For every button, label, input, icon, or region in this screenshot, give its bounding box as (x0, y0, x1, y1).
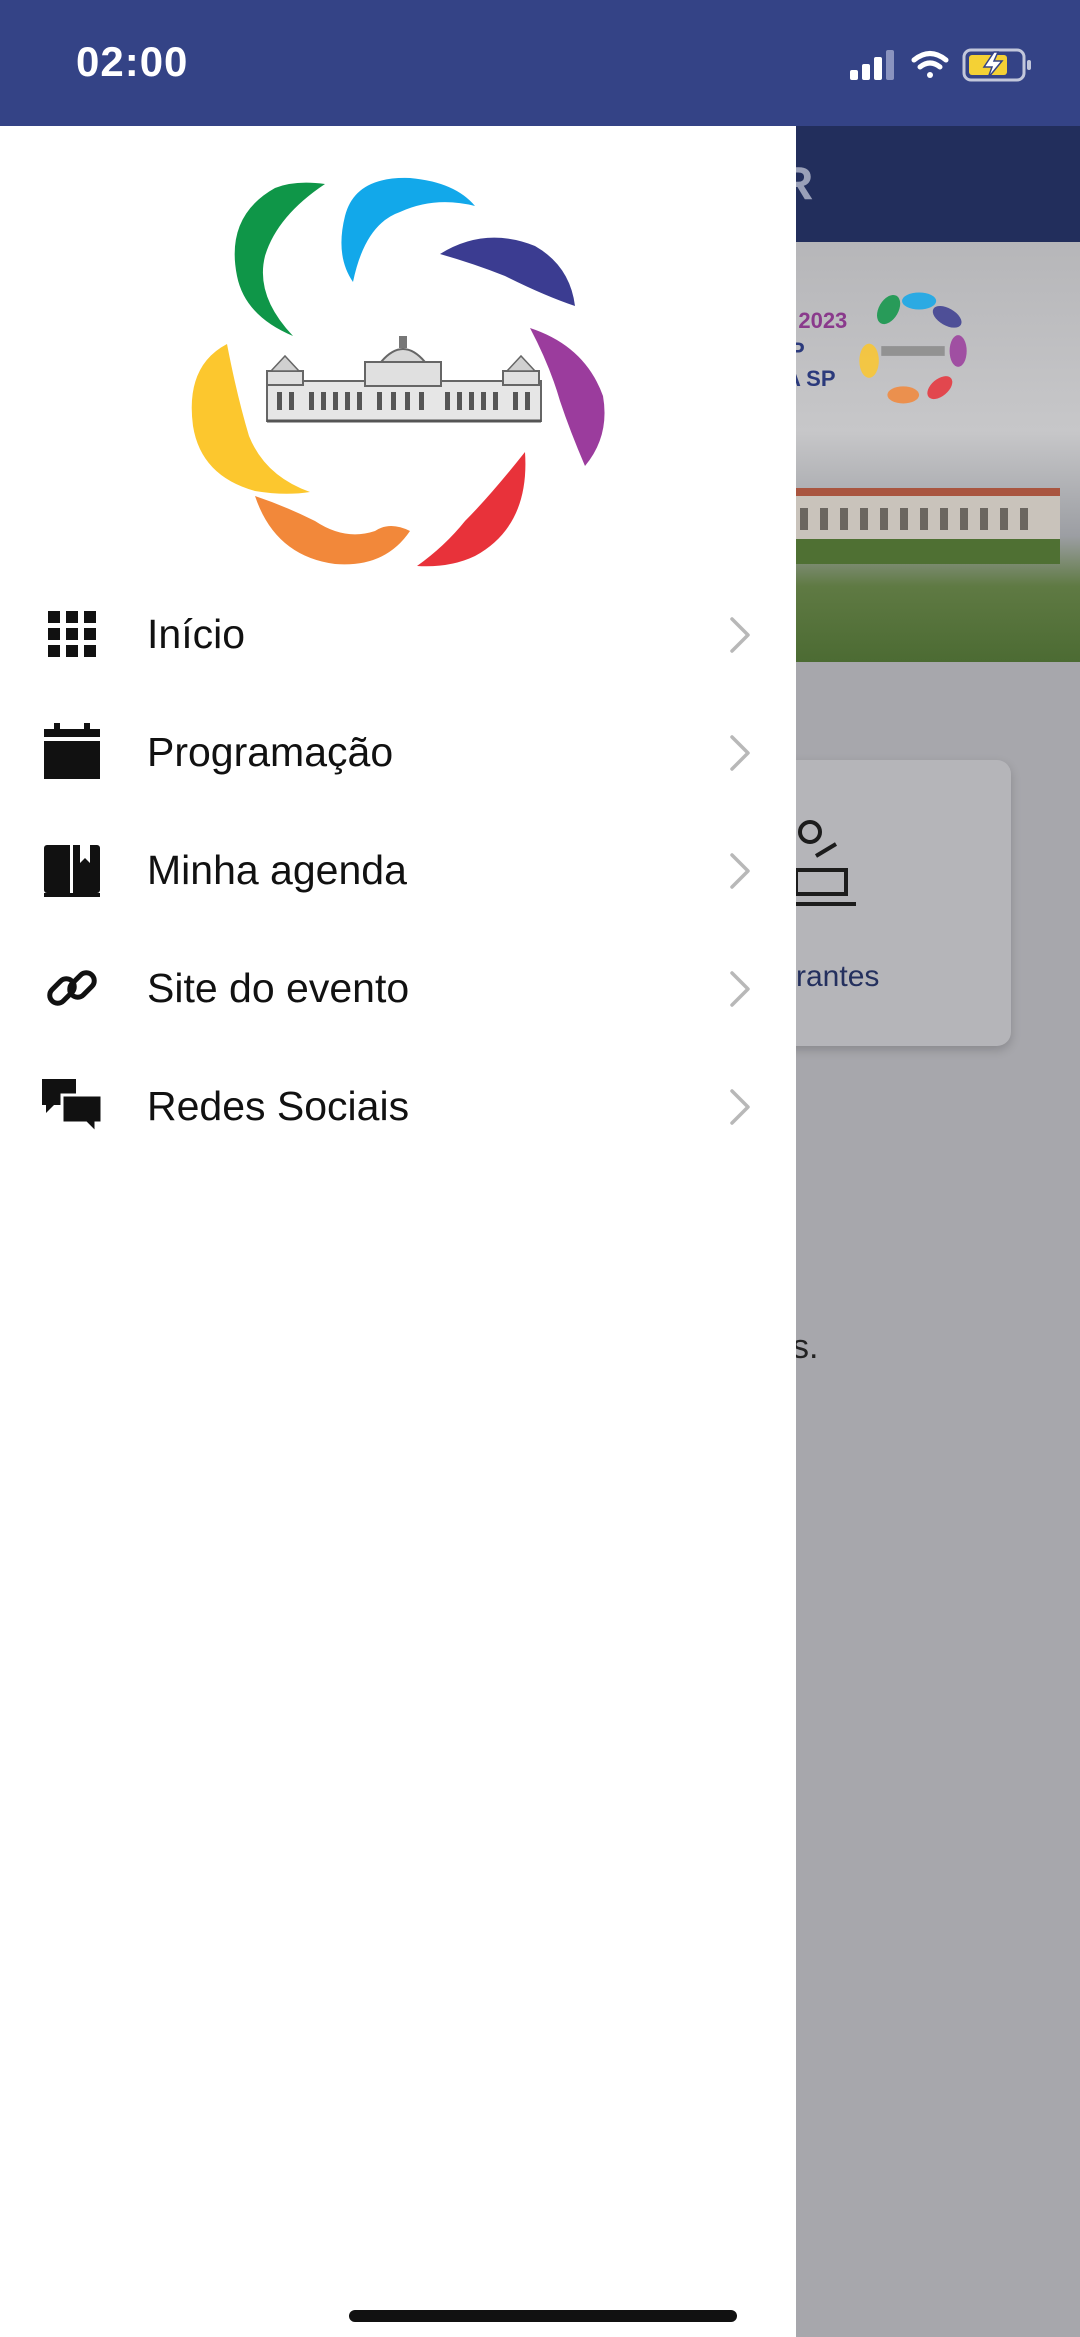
drawer-menu: Início Programação Minha agenda Site do … (0, 575, 796, 1165)
building-photo (790, 488, 1060, 564)
logo-building (266, 336, 542, 423)
menu-item-inicio[interactable]: Início (0, 575, 796, 693)
chevron-right-icon (730, 735, 750, 771)
navigation-drawer: Início Programação Minha agenda Site do … (0, 126, 796, 2337)
event-logo (191, 177, 605, 567)
menu-item-redes-sociais[interactable]: Redes Sociais (0, 1047, 796, 1165)
menu-item-programacao[interactable]: Programação (0, 693, 796, 811)
feature-card-label: rantes (796, 960, 880, 993)
wifi-icon (911, 51, 949, 78)
chevron-right-icon (730, 853, 750, 889)
link-icon (47, 970, 97, 1006)
grid-icon (48, 611, 96, 657)
status-icons (850, 46, 1040, 86)
menu-item-label: Minha agenda (147, 847, 407, 893)
menu-item-label: Programação (147, 729, 394, 775)
chat-bubbles-icon (42, 1079, 102, 1135)
speaker-podium-icon (786, 820, 856, 906)
chevron-right-icon (730, 1089, 750, 1125)
banner-logo (859, 292, 967, 404)
chevron-right-icon (730, 971, 750, 1007)
menu-item-label: Site do evento (147, 965, 410, 1011)
logo-petal-indigo (440, 237, 575, 306)
menu-item-site-do-evento[interactable]: Site do evento (0, 929, 796, 1047)
status-bar: 02:00 (0, 0, 1080, 126)
chevron-right-icon (730, 617, 750, 653)
logo-petal-green (234, 182, 325, 336)
logo-petal-red (417, 452, 526, 567)
home-indicator[interactable] (349, 2310, 737, 2322)
cellular-signal-icon (850, 50, 894, 80)
logo-petal-blue (341, 177, 475, 282)
status-time: 02:00 (76, 38, 189, 85)
book-bookmark-icon (44, 845, 100, 897)
battery-charging-icon (962, 48, 1031, 82)
menu-item-label: Início (147, 611, 245, 657)
calendar-icon (44, 723, 100, 779)
menu-item-minha-agenda[interactable]: Minha agenda (0, 811, 796, 929)
menu-item-label: Redes Sociais (147, 1083, 410, 1129)
logo-petal-orange (255, 496, 410, 565)
